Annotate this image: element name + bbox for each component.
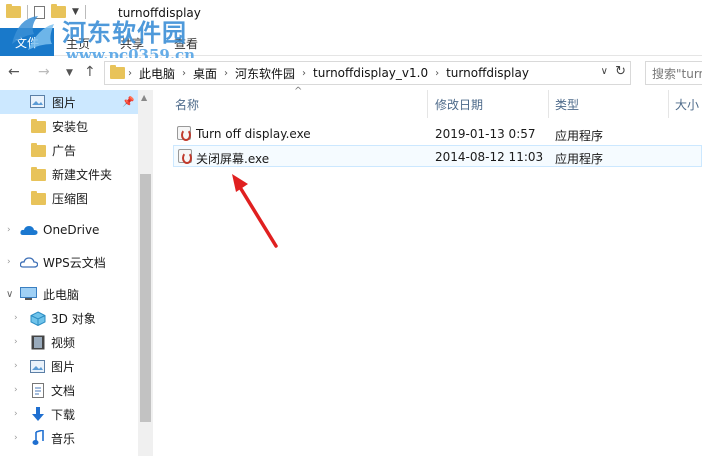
expand-chevron-icon[interactable]: ›	[14, 409, 18, 419]
onedrive-icon	[20, 226, 38, 235]
sidebar-item-documents[interactable]: › 文档	[0, 378, 138, 402]
address-box[interactable]: › 此电脑 › 桌面 › 河东软件园 › turnoffdisplay_v1.0…	[104, 61, 631, 85]
search-input[interactable]: 搜索"turnoffdisplay"	[645, 61, 702, 85]
breadcrumb-hedong[interactable]: 河东软件园	[231, 65, 299, 82]
sidebar-item-label: 图片	[52, 95, 77, 110]
forward-arrow-icon[interactable]: →	[38, 64, 50, 80]
sidebar-item-label: 下载	[51, 407, 76, 422]
sidebar-item-downloads[interactable]: › 下载	[0, 402, 138, 426]
sidebar-item-installers[interactable]: 安装包	[0, 114, 138, 138]
sidebar-item-videos[interactable]: › 视频	[0, 330, 138, 354]
column-header-size[interactable]: 大小	[675, 90, 699, 118]
breadcrumb-separator: ›	[224, 67, 229, 79]
breadcrumb-separator: ›	[182, 67, 187, 79]
folder-icon	[110, 65, 125, 79]
sidebar-item-label: 视频	[51, 335, 76, 350]
breadcrumb-turnoffdisplay[interactable]: turnoffdisplay	[442, 66, 533, 80]
expand-chevron-icon[interactable]: ›	[14, 361, 18, 371]
file-modified: 2019-01-13 0:57	[435, 127, 536, 141]
recent-locations-icon[interactable]: ▼	[66, 68, 73, 78]
sidebar-item-label: 音乐	[51, 431, 76, 446]
breadcrumb-desktop[interactable]: 桌面	[189, 65, 221, 82]
folder-icon	[31, 119, 46, 133]
sidebar-scrollbar[interactable]: ▲	[138, 90, 153, 456]
sidebar-item-ads[interactable]: 广告	[0, 138, 138, 162]
sidebar-item-label: 3D 对象	[51, 311, 96, 326]
sidebar-item-this-pc[interactable]: ∨ 此电脑	[0, 282, 138, 306]
file-type: 应用程序	[555, 129, 604, 143]
sidebar-item-label: OneDrive	[43, 223, 100, 237]
sidebar-item-label: 新建文件夹	[52, 167, 113, 182]
expand-chevron-icon[interactable]: ›	[14, 313, 18, 323]
sidebar-item-pictures[interactable]: › 图片	[0, 354, 138, 378]
pin-icon[interactable]: 📌	[122, 97, 134, 108]
file-list-pane: ^ 名称 修改日期 类型 大小 Turn off display.exe 201…	[153, 86, 702, 456]
expand-chevron-icon[interactable]: ›	[14, 337, 18, 347]
address-bar-row: ← → ▼ ↑ › 此电脑 › 桌面 › 河东软件园 › turnoffdisp…	[0, 58, 702, 88]
file-modified: 2014-08-12 11:03	[435, 150, 544, 164]
watermark-logo-icon	[12, 16, 54, 50]
file-name: 关闭屏幕.exe	[196, 152, 270, 166]
sidebar-item-label: 压缩图	[52, 191, 89, 206]
pictures-icon	[30, 360, 45, 373]
up-arrow-icon[interactable]: ↑	[84, 64, 96, 80]
refresh-icon[interactable]: ↻	[615, 64, 626, 79]
sidebar-item-music[interactable]: › 音乐	[0, 426, 138, 450]
watermark-name: 河东软件园	[62, 18, 187, 47]
back-arrow-icon[interactable]: ←	[8, 64, 20, 80]
folder-icon	[31, 167, 46, 181]
column-divider[interactable]	[427, 90, 428, 118]
column-header-type[interactable]: 类型	[555, 90, 579, 118]
file-row-close-screen[interactable]: 关闭屏幕.exe 2014-08-12 11:03 应用程序	[173, 145, 702, 167]
file-name: Turn off display.exe	[196, 127, 311, 141]
sidebar-item-compressed[interactable]: 压缩图	[0, 186, 138, 210]
column-divider[interactable]	[548, 90, 549, 118]
breadcrumb-separator: ›	[128, 67, 132, 79]
cloud-icon	[20, 257, 38, 268]
breadcrumb-this-pc[interactable]: 此电脑	[135, 65, 179, 82]
column-header-modified[interactable]: 修改日期	[435, 90, 483, 118]
breadcrumb-turnoffdisplay-v1[interactable]: turnoffdisplay_v1.0	[309, 66, 432, 80]
sidebar-item-pictures-pinned[interactable]: 图片 📌	[0, 90, 138, 114]
scroll-up-icon[interactable]: ▲	[141, 93, 147, 102]
folder-icon	[31, 191, 46, 205]
expand-chevron-icon[interactable]: ›	[7, 225, 11, 235]
address-dropdown-icon[interactable]: ∨	[601, 66, 608, 77]
navigation-pane: 图片 📌 安装包 广告 新建文件夹 压缩图 › OneDrive › WPS云文…	[0, 90, 138, 456]
documents-icon	[32, 383, 44, 398]
column-header-name[interactable]: 名称	[175, 90, 199, 118]
sidebar-item-new-folder[interactable]: 新建文件夹	[0, 162, 138, 186]
downloads-icon	[32, 407, 44, 421]
sidebar-item-label: 安装包	[52, 119, 89, 134]
sidebar-item-wps-cloud[interactable]: › WPS云文档	[0, 250, 138, 274]
computer-icon	[20, 287, 37, 300]
sidebar-item-label: 此电脑	[43, 287, 80, 302]
sidebar-item-label: 文档	[51, 383, 76, 398]
file-type: 应用程序	[555, 152, 604, 166]
pictures-icon	[30, 95, 45, 108]
sort-ascending-icon: ^	[294, 86, 303, 97]
scrollbar-thumb[interactable]	[140, 174, 151, 422]
sidebar-item-label: 广告	[52, 143, 77, 158]
expand-chevron-icon[interactable]: ›	[14, 385, 18, 395]
sidebar-item-label: 图片	[51, 359, 76, 374]
folder-icon	[31, 143, 46, 157]
videos-icon	[31, 335, 45, 350]
collapse-chevron-icon[interactable]: ∨	[6, 289, 13, 300]
expand-chevron-icon[interactable]: ›	[14, 433, 18, 443]
breadcrumb-separator: ›	[435, 67, 440, 79]
annotation-arrow-icon	[232, 174, 278, 248]
file-row-turn-off-display[interactable]: Turn off display.exe 2019-01-13 0:57 应用程…	[173, 123, 702, 145]
expand-chevron-icon[interactable]: ›	[7, 257, 11, 267]
music-icon	[32, 430, 44, 445]
sidebar-item-3d-objects[interactable]: › 3D 对象	[0, 306, 138, 330]
application-icon	[177, 126, 191, 141]
column-divider[interactable]	[668, 90, 669, 118]
3d-objects-icon	[30, 311, 46, 326]
application-icon	[178, 149, 192, 164]
breadcrumb-separator: ›	[302, 67, 307, 79]
sidebar-item-onedrive[interactable]: › OneDrive	[0, 218, 138, 242]
sidebar-item-label: WPS云文档	[43, 255, 106, 270]
